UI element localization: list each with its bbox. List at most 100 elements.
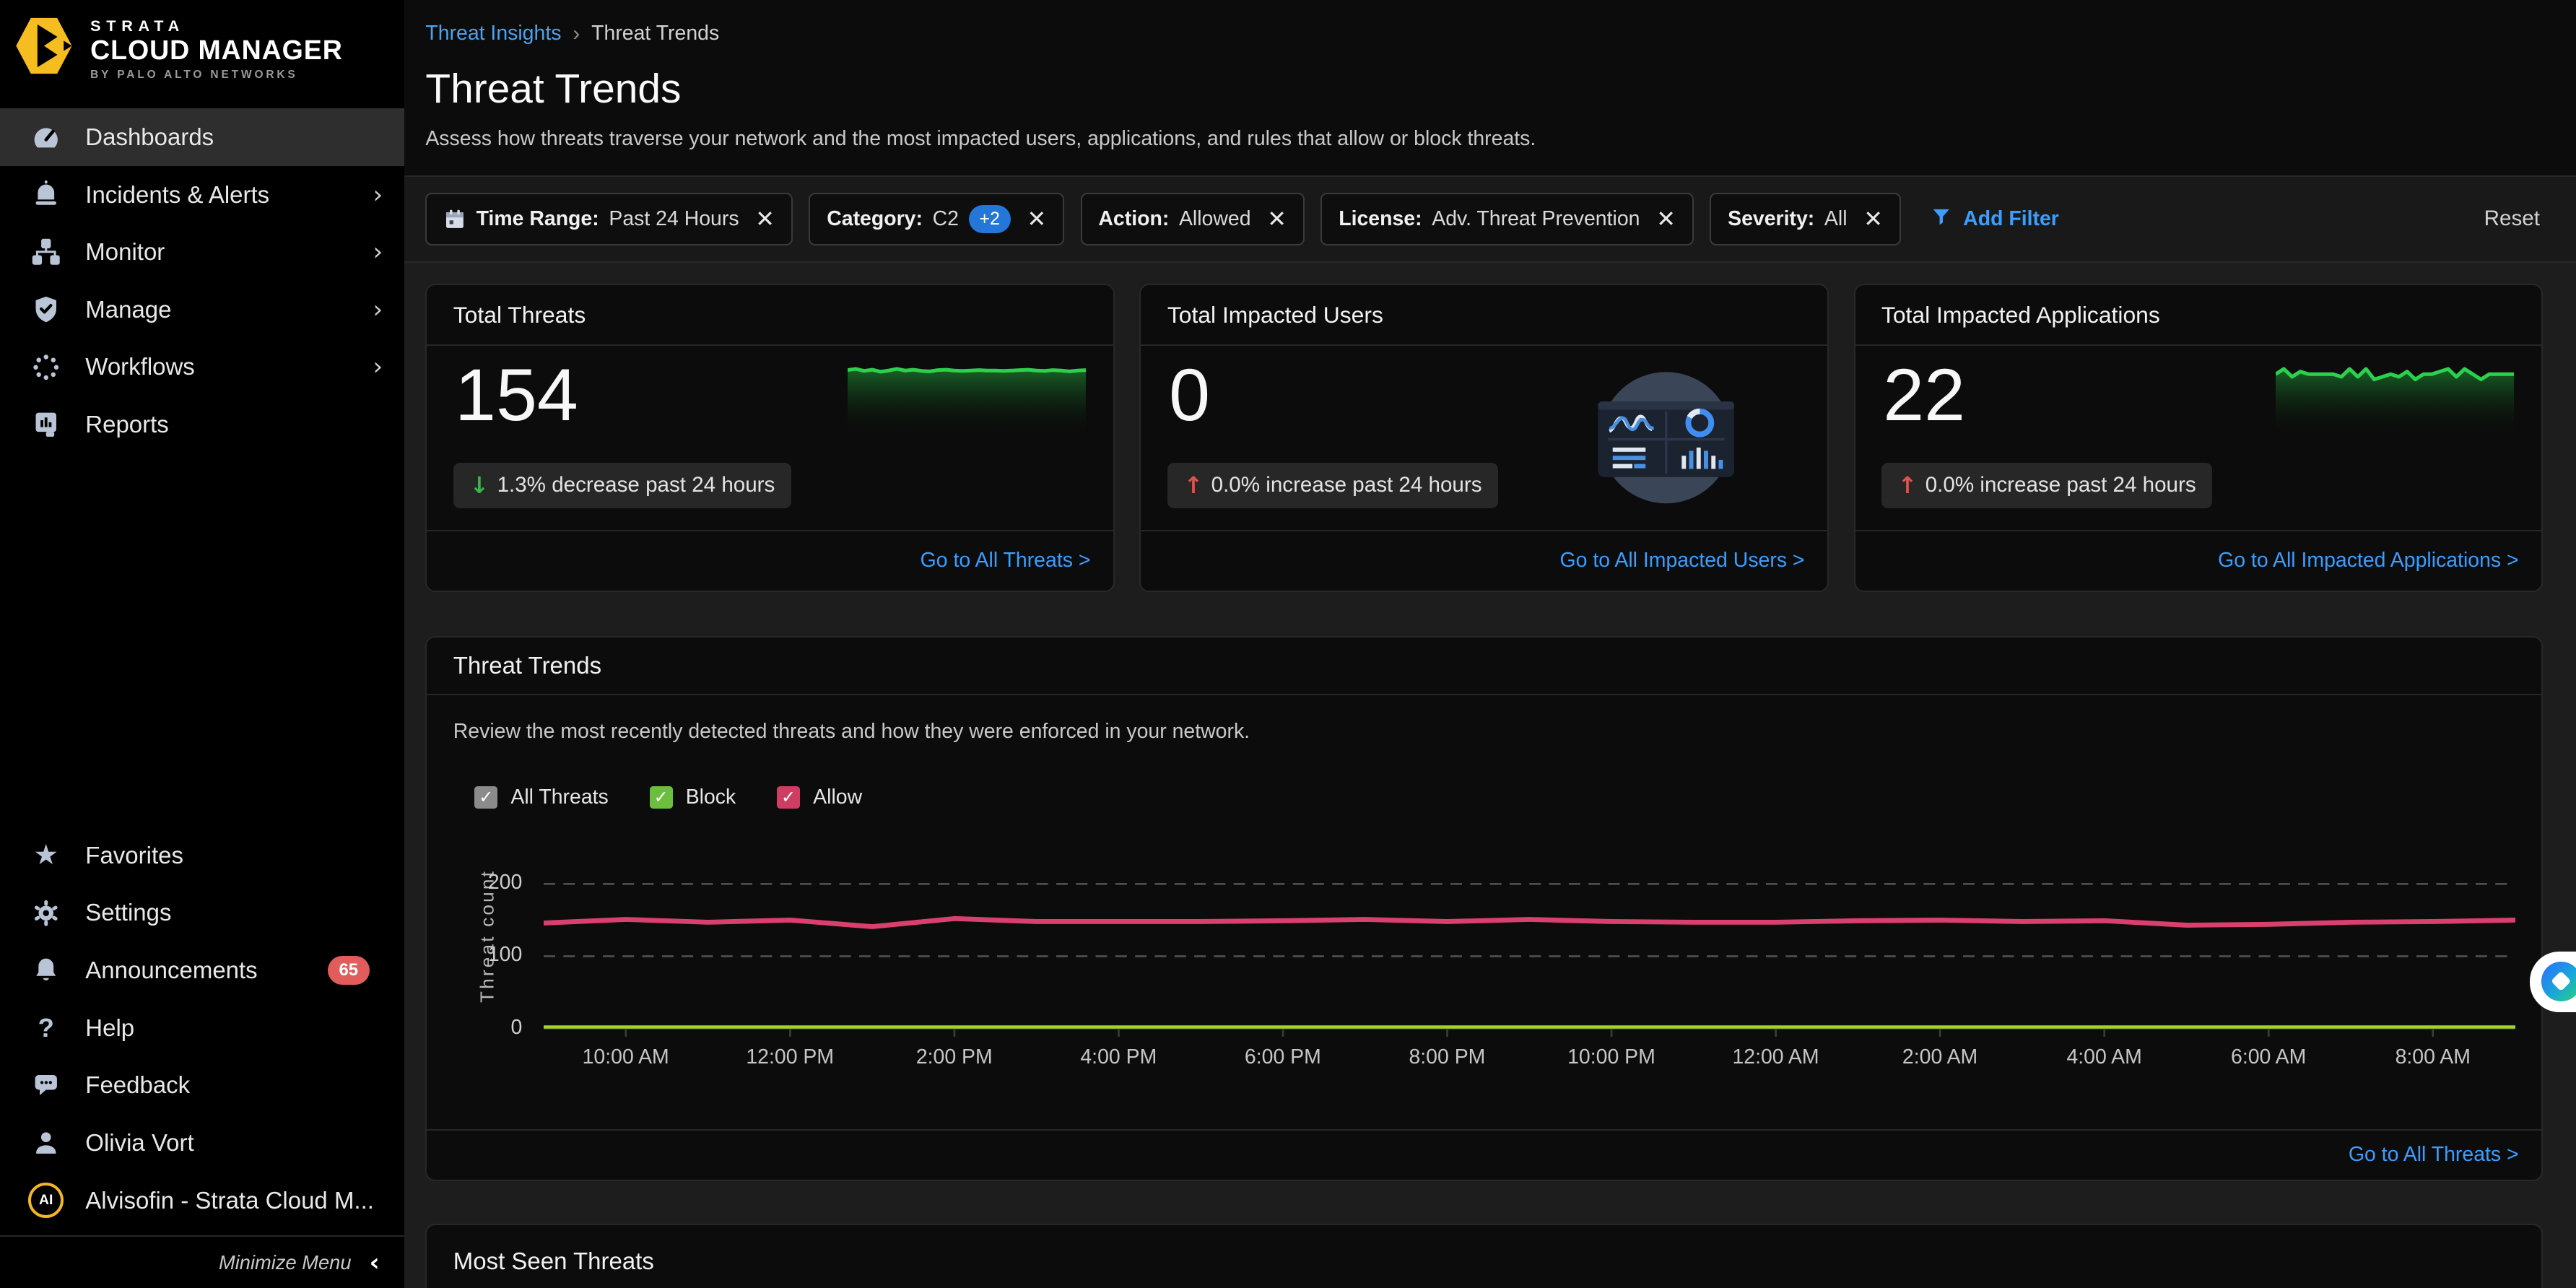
ai-avatar-icon: AI (28, 1183, 64, 1219)
legend-checkbox-block[interactable]: ✓Block (650, 786, 736, 809)
sidebar-item-settings[interactable]: Settings (0, 884, 404, 942)
filter-bar: Time Range:Past 24 Hours✕Category:C2+2✕A… (404, 177, 2576, 262)
threat-trends-description: Review the most recently detected threat… (453, 720, 1250, 744)
alarm-icon (28, 177, 64, 213)
sidebar-item-label: Dashboards (85, 123, 383, 151)
app-logo[interactable]: STRATA CLOUD MANAGER BY PALO ALTO NETWOR… (0, 0, 404, 95)
close-icon[interactable]: ✕ (1027, 205, 1046, 232)
sidebar-item-label: Settings (85, 899, 383, 926)
legend-checkbox-all-threats[interactable]: ✓All Threats (474, 786, 608, 809)
sidebar-item-alvisofin-strata-cloud-m[interactable]: AI Alvisofin - Strata Cloud M... (0, 1172, 404, 1230)
sidebar-item-label: Announcements (85, 957, 327, 984)
filter-chip-label: License: (1339, 207, 1422, 231)
sidebar-item-favorites[interactable]: ★Favorites (0, 827, 404, 884)
logo-line1: STRATA (90, 18, 343, 34)
minimize-menu-button[interactable]: Minimize Menu ‹ (0, 1235, 404, 1288)
filter-chip-label: Category: (827, 207, 923, 231)
stat-card-footer: Go to All Impacted Users > (1141, 530, 1827, 591)
x-tick-label: 6:00 AM (2203, 1045, 2334, 1069)
threat-trends-card: Threat Trends Review the most recently d… (425, 636, 2543, 1181)
filter-chip-action[interactable]: Action:Allowed✕ (1081, 193, 1305, 245)
legend-checkbox-allow[interactable]: ✓Allow (777, 786, 862, 809)
filter-chip-value: C2 (933, 207, 959, 231)
filter-chip-severity[interactable]: Severity:All✕ (1710, 193, 1900, 245)
x-tick-label: 2:00 AM (1874, 1045, 2006, 1069)
stat-card-footer: Go to All Threats > (427, 530, 1113, 591)
checkbox-icon: ✓ (777, 786, 800, 809)
sidebar: STRATA CLOUD MANAGER BY PALO ALTO NETWOR… (0, 0, 404, 1288)
page-header: Threat Insights › Threat Trends Threat T… (404, 0, 2576, 177)
sidebar-item-announcements[interactable]: Announcements65 (0, 941, 404, 999)
sidebar-item-label: Workflows (85, 353, 373, 380)
x-tick-label: 8:00 AM (2367, 1045, 2499, 1069)
trend-badge: ↑0.0% increase past 24 hours (1167, 463, 1498, 509)
sidebar-item-label: Alvisofin - Strata Cloud M... (85, 1187, 383, 1214)
chat-icon (28, 1067, 64, 1103)
sidebar-item-reports[interactable]: Reports (0, 396, 404, 453)
funnel-icon (1931, 206, 1952, 233)
arrow-up-icon: ↑ (1898, 471, 1918, 499)
filter-chip-value: Adv. Threat Prevention (1432, 207, 1640, 231)
y-tick-label: 200 (463, 871, 522, 895)
sidebar-item-dashboards[interactable]: Dashboards (0, 108, 404, 166)
minimize-menu-label: Minimize Menu (219, 1251, 352, 1274)
sidebar-item-label: Olivia Vort (85, 1129, 383, 1157)
go-to-all-threats-link[interactable]: Go to All Threats > (2349, 1143, 2519, 1167)
strata-hexagon-icon (14, 13, 74, 85)
close-icon[interactable]: ✕ (1267, 205, 1287, 232)
logo-line2: CLOUD MANAGER (90, 37, 343, 64)
stat-card-footer: Go to All Impacted Applications > (1855, 530, 2542, 591)
report-icon (28, 406, 64, 443)
no-data-illustration (1596, 359, 1736, 516)
stat-card-body: 154↓1.3% decrease past 24 hours (427, 346, 1113, 530)
sidebar-item-feedback[interactable]: Feedback (0, 1056, 404, 1114)
sparkline-chart (848, 356, 1086, 435)
checkbox-icon: ✓ (474, 786, 497, 809)
x-tick-label: 2:00 PM (889, 1045, 1020, 1069)
sidebar-item-manage[interactable]: Manage› (0, 281, 404, 339)
main-content: Threat Insights › Threat Trends Threat T… (404, 0, 2576, 1288)
ai-avatar: AI (28, 1183, 64, 1218)
x-tick-label: 8:00 PM (1381, 1045, 1513, 1069)
y-tick-label: 0 (463, 1016, 522, 1040)
x-tick-label: 12:00 PM (724, 1045, 856, 1069)
trend-text: 0.0% increase past 24 hours (1926, 473, 2196, 497)
reset-filters-button[interactable]: Reset (2484, 206, 2540, 231)
stat-card-link[interactable]: Go to All Impacted Users > (1560, 549, 1805, 573)
logo-line3: BY PALO ALTO NETWORKS (90, 69, 343, 80)
assistant-logo-icon (2541, 962, 2576, 1001)
page-subtitle: Assess how threats traverse your network… (425, 127, 2543, 151)
filter-chip-category[interactable]: Category: C2 +2 ✕ (809, 193, 1063, 245)
sidebar-item-label: Feedback (85, 1071, 383, 1099)
chevron-right-icon: › (373, 238, 383, 266)
stat-card-body: 0↑0.0% increase past 24 hours (1141, 346, 1827, 530)
sidebar-item-label: Manage (85, 296, 373, 323)
add-filter-button[interactable]: Add Filter (1931, 206, 2059, 233)
threat-trends-chart: Threat count200100010:00 AM12:00 PM2:00 … (453, 846, 2515, 1101)
chevron-right-icon: › (573, 22, 580, 46)
stat-card-link[interactable]: Go to All Impacted Applications > (2218, 549, 2519, 573)
filter-chip-license[interactable]: License: Adv. Threat Prevention ✕ (1320, 193, 1693, 245)
sidebar-item-workflows[interactable]: Workflows› (0, 339, 404, 396)
network-icon (28, 234, 64, 270)
sidebar-item-olivia-vort[interactable]: Olivia Vort (0, 1114, 404, 1172)
sidebar-item-monitor[interactable]: Monitor› (0, 223, 404, 281)
sidebar-nav: DashboardsIncidents & Alerts›Monitor›Man… (0, 108, 404, 453)
breadcrumb-parent-link[interactable]: Threat Insights (425, 22, 561, 45)
stat-card-title: Total Threats (427, 285, 1113, 346)
stat-card-link[interactable]: Go to All Threats > (921, 549, 1091, 573)
close-icon[interactable]: ✕ (755, 205, 775, 232)
question-icon: ? (28, 1010, 64, 1046)
close-icon[interactable]: ✕ (1863, 205, 1883, 232)
dashboard-content: Total Threats154↓1.3% decrease past 24 h… (404, 263, 2576, 1288)
x-tick-label: 6:00 PM (1217, 1045, 1349, 1069)
legend-label: Block (686, 786, 736, 809)
filter-chip-time-range[interactable]: Time Range:Past 24 Hours✕ (425, 193, 792, 245)
chart-plot-area (544, 846, 2515, 1047)
sidebar-bottom-nav: ★Favorites Settings Announcements65?Help Fe… (0, 827, 404, 1229)
sidebar-item-help[interactable]: ?Help (0, 999, 404, 1057)
close-icon[interactable]: ✕ (1656, 205, 1676, 232)
stat-card-title: Total Impacted Users (1141, 285, 1827, 346)
sidebar-item-incidents-alerts[interactable]: Incidents & Alerts› (0, 166, 404, 224)
filter-more-badge: +2 (969, 205, 1011, 232)
